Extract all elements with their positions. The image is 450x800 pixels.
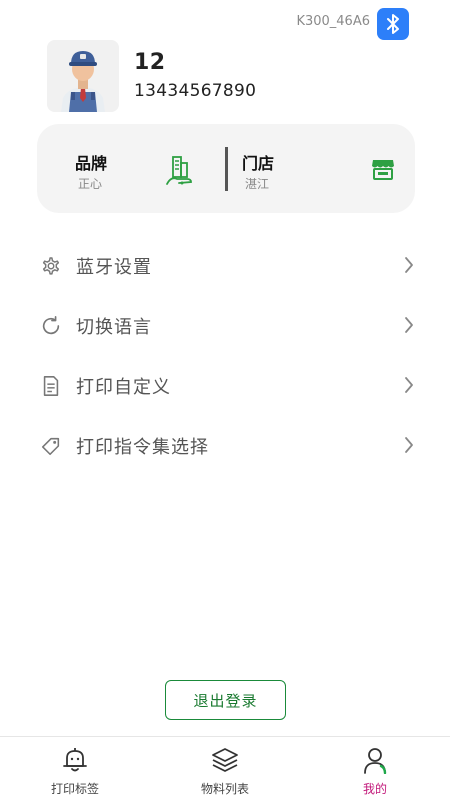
document-icon <box>40 375 62 397</box>
menu-label-print-custom: 打印自定义 <box>76 377 171 398</box>
chevron-right-icon <box>405 257 413 273</box>
menu-item-command-set[interactable]: 打印指令集选择 <box>0 416 450 476</box>
menu-item-print-custom[interactable]: 打印自定义 <box>0 356 450 416</box>
avatar[interactable] <box>47 40 119 112</box>
user-name: 12 <box>134 50 166 75</box>
brand-cell[interactable]: 品牌 正心 <box>75 150 107 192</box>
store-cell[interactable]: 门店 湛江 <box>242 150 274 192</box>
menu-item-language[interactable]: 切换语言 <box>0 296 450 356</box>
info-card: 品牌 正心 门店 湛江 <box>37 124 415 213</box>
chevron-right-icon <box>405 317 413 333</box>
chevron-right-icon <box>405 437 413 453</box>
brand-value: 正心 <box>78 177 103 191</box>
store-value: 湛江 <box>245 177 270 191</box>
profile-section: 12 13434567890 <box>47 40 256 112</box>
tab-material-list[interactable]: 物料列表 <box>150 737 300 800</box>
print-label-icon <box>59 744 91 776</box>
device-name: K300_46A6 <box>296 14 370 29</box>
bottom-tab-bar: 打印标签 物料列表 我的 <box>0 736 450 800</box>
store-title: 门店 <box>242 154 275 173</box>
layers-icon <box>209 744 241 776</box>
tab-label-mine: 我的 <box>362 782 387 796</box>
user-phone: 13434567890 <box>134 81 257 101</box>
tag-icon <box>40 435 62 457</box>
tab-label-material-list: 物料列表 <box>200 782 249 796</box>
profile-icon <box>359 744 391 776</box>
brand-title: 品牌 <box>75 154 108 173</box>
card-divider <box>225 147 228 191</box>
logout-button[interactable]: 退出登录 <box>165 680 286 720</box>
refresh-icon <box>40 315 62 337</box>
gear-icon <box>40 255 62 277</box>
tab-label-print-label: 打印标签 <box>50 782 99 796</box>
chevron-right-icon <box>405 377 413 393</box>
bluetooth-button[interactable] <box>377 8 409 40</box>
tab-print-label[interactable]: 打印标签 <box>0 737 150 800</box>
settings-menu: 蓝牙设置 切换语言 打印自定义 打印指令集选择 <box>0 236 450 476</box>
store-icon <box>372 160 394 180</box>
bluetooth-icon <box>387 14 399 34</box>
building-icon <box>166 156 192 185</box>
menu-item-bluetooth[interactable]: 蓝牙设置 <box>0 236 450 296</box>
menu-label-bluetooth: 蓝牙设置 <box>76 257 152 278</box>
tab-mine[interactable]: 我的 <box>300 737 450 800</box>
menu-label-command-set: 打印指令集选择 <box>76 437 209 458</box>
menu-label-language: 切换语言 <box>76 317 152 338</box>
user-avatar <box>47 40 119 112</box>
